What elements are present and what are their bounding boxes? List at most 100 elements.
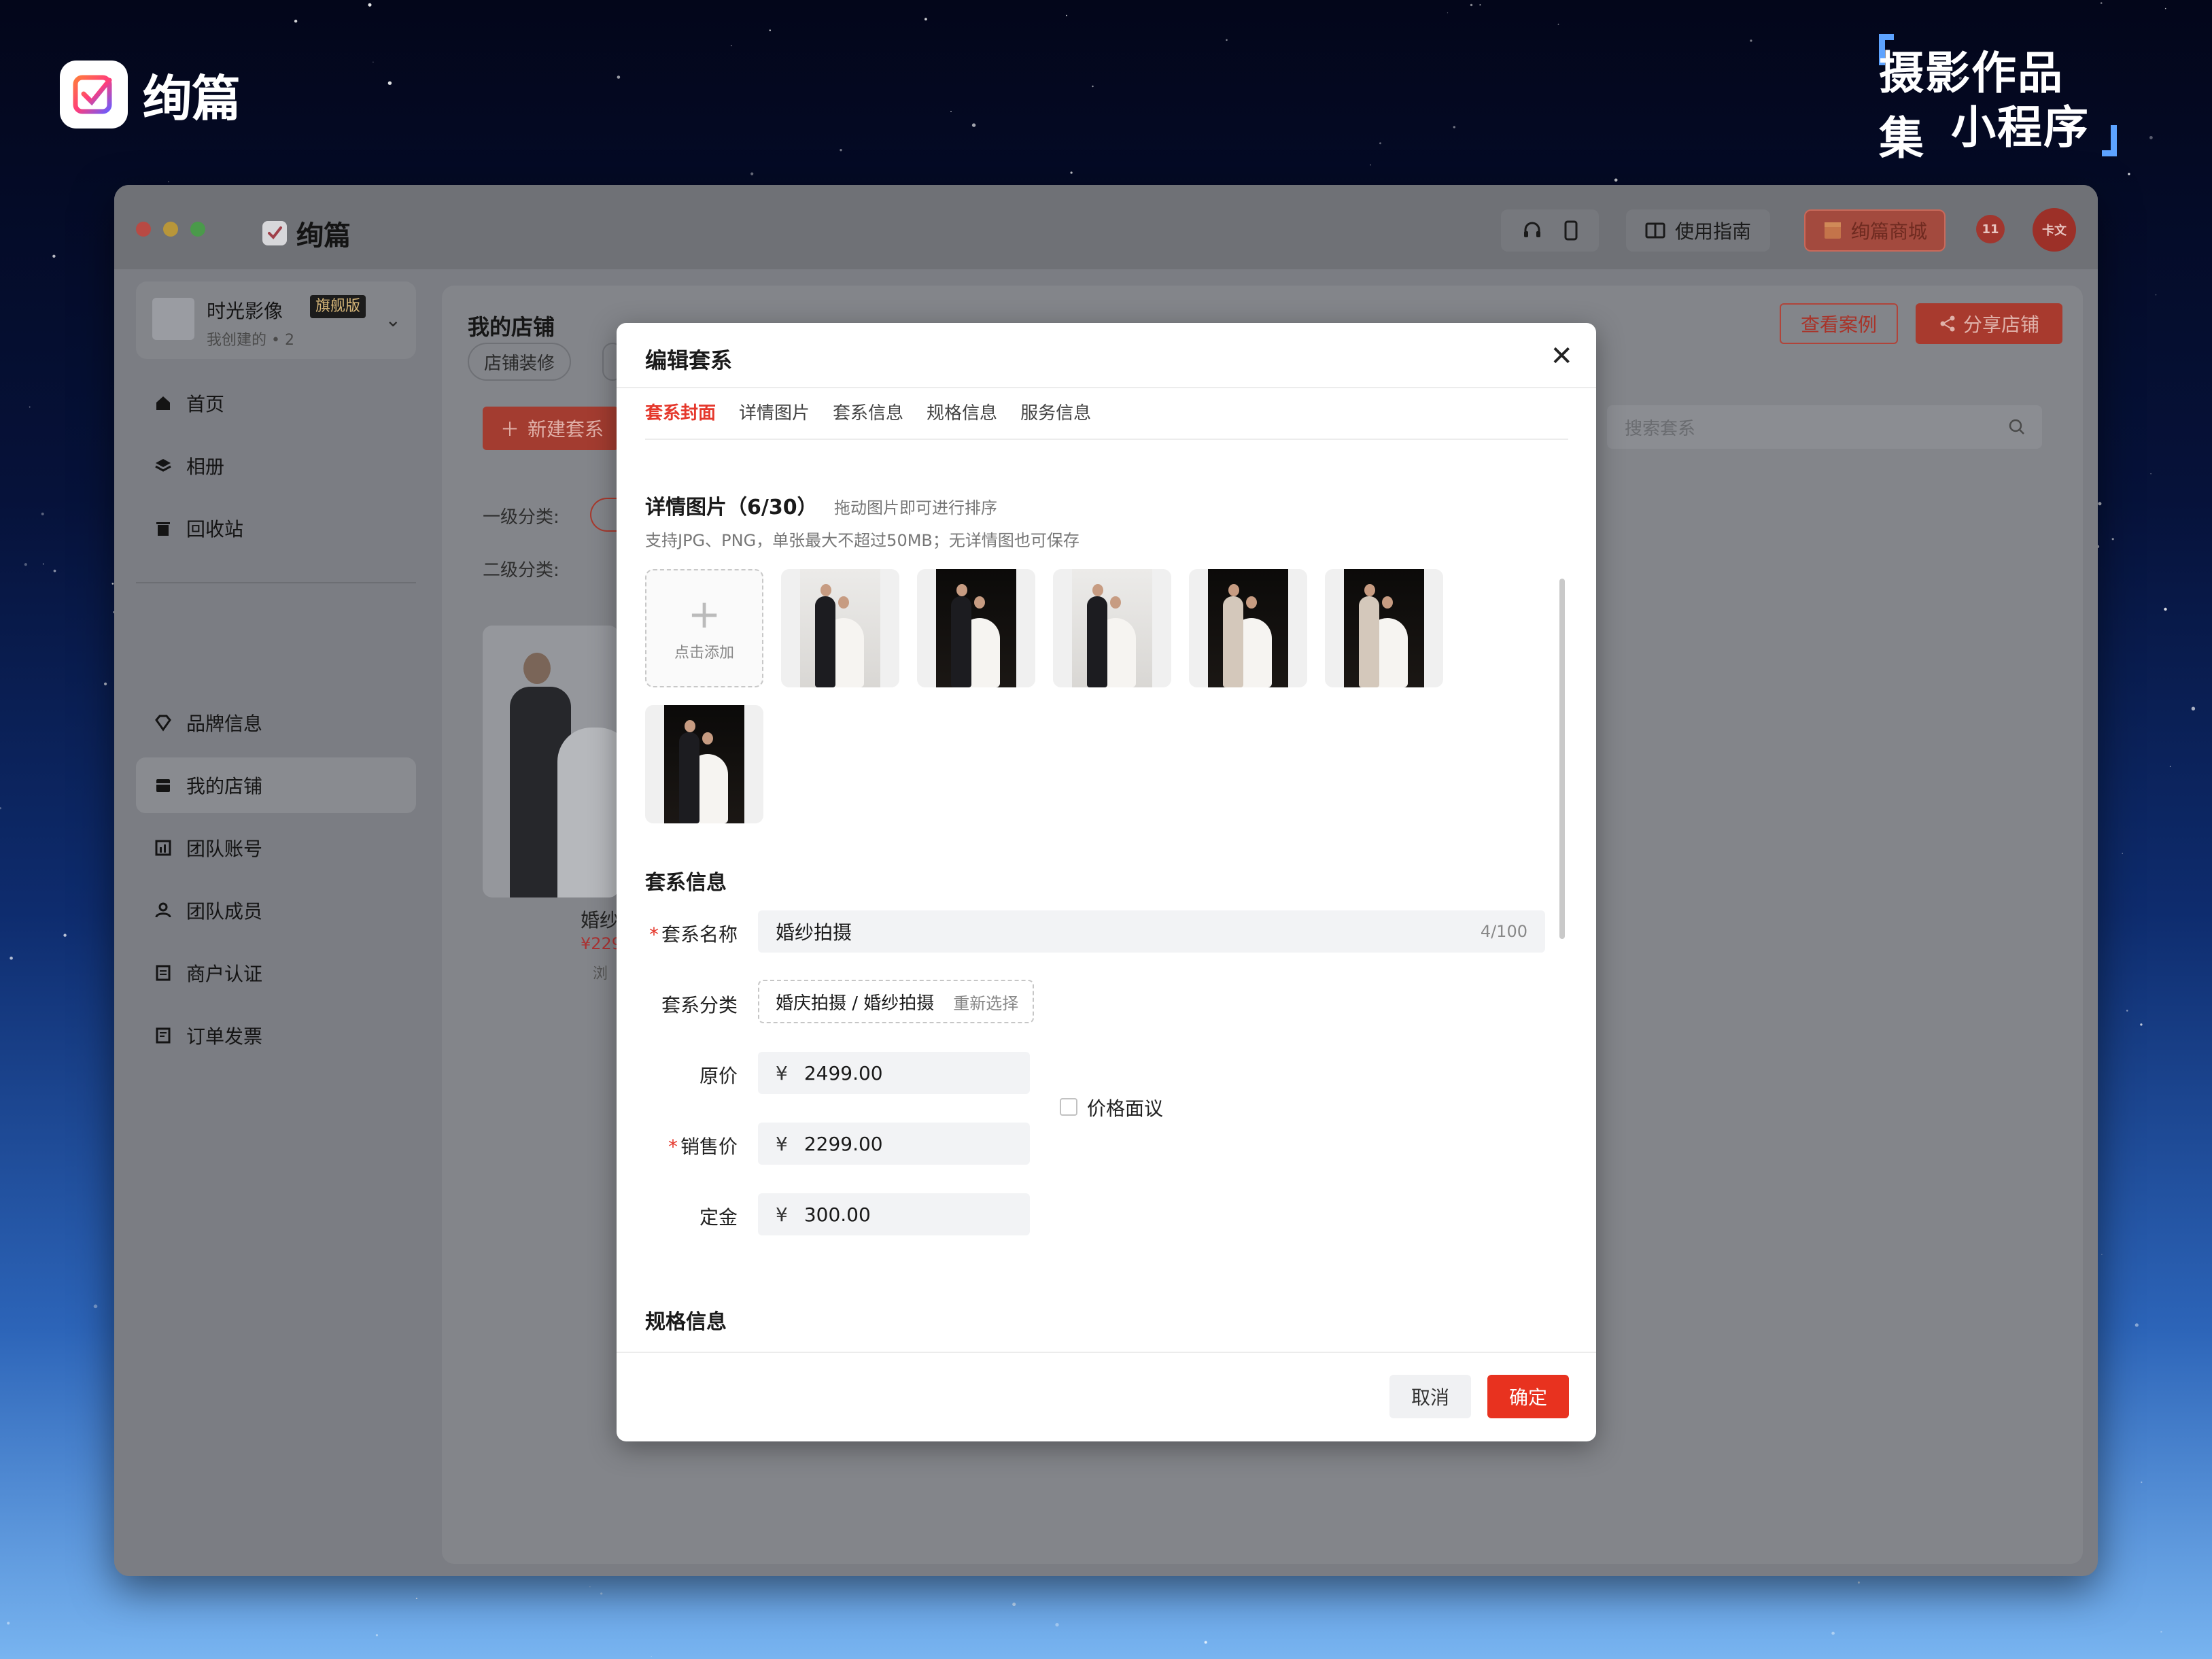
currency-symbol: ¥	[776, 1203, 788, 1226]
sidebar-item-label: 相册	[186, 456, 225, 478]
footer-divider	[617, 1352, 1596, 1353]
wedding-photo	[800, 569, 880, 687]
negotiable-checkbox[interactable]	[1060, 1098, 1077, 1116]
brand-name: 绚篇	[143, 70, 241, 127]
confirm-button[interactable]: 确定	[1487, 1375, 1569, 1418]
mall-button[interactable]: 绚篇商城	[1804, 209, 1946, 252]
share-store-button[interactable]: 分享店铺	[1916, 303, 2062, 344]
detail-image-thumb[interactable]	[1189, 569, 1307, 687]
guide-button[interactable]: 使用指南	[1626, 209, 1770, 252]
edit-package-dialog: 编辑套系 ✕ 套系封面 详情图片 套系信息 规格信息 服务信息 详情图片（6/30） 拖…	[617, 323, 1596, 1441]
account-name: 时光影像	[207, 300, 283, 322]
sidebar-item-label: 团队成员	[186, 900, 263, 923]
guide-label: 使用指南	[1674, 220, 1751, 243]
headset-icon[interactable]	[1521, 219, 1544, 242]
store-icon	[154, 776, 173, 795]
mall-label: 绚篇商城	[1850, 220, 1927, 243]
layers-icon	[154, 456, 173, 475]
sidebar-item-7[interactable]: 商户认证	[136, 945, 416, 1001]
sidebar: 时光影像 旗舰版 我创建的 • 2 ⌄ 首页相册回收站品牌信息我的店铺团队账号团…	[114, 269, 434, 1576]
orig-price-input[interactable]: ¥ 2499.00	[758, 1052, 1030, 1094]
wedding-photo	[664, 705, 744, 823]
notification-badge[interactable]: 11	[1976, 215, 2005, 243]
avatar[interactable]: 卡文	[2033, 208, 2076, 252]
detail-image-thumb[interactable]	[1325, 569, 1443, 687]
mobile-icon[interactable]	[1563, 219, 1579, 242]
dialog-tabs: 套系封面 详情图片 套系信息 规格信息 服务信息	[645, 399, 1114, 429]
sale-price-label: * 销售价	[668, 1135, 738, 1158]
header-divider	[617, 387, 1596, 388]
tab-1[interactable]: 详情图片	[739, 399, 810, 429]
app-logo-icon	[262, 221, 287, 245]
share-store-label: 分享店铺	[1963, 313, 2039, 336]
card-price: ¥229	[581, 934, 623, 953]
sidebar-item-label: 品牌信息	[186, 713, 263, 735]
name-char-count: 4/100	[1480, 922, 1527, 941]
chart-icon	[154, 838, 173, 857]
shop-icon	[1824, 222, 1841, 239]
account-switcher[interactable]: 时光影像 旗舰版 我创建的 • 2 ⌄	[136, 281, 416, 359]
sale-price-value: 2299.00	[803, 1132, 883, 1155]
tab-store-decoration[interactable]: 店铺装修	[468, 343, 572, 381]
sidebar-item-3[interactable]: 品牌信息	[136, 695, 416, 751]
level1-chip[interactable]	[590, 498, 617, 532]
search-input[interactable]: 搜索套系	[1607, 405, 2042, 449]
currency-symbol: ¥	[776, 1061, 788, 1084]
bracket-close-icon	[2102, 125, 2117, 156]
app-logo: 绚篇	[262, 213, 351, 253]
search-placeholder: 搜索套系	[1625, 418, 1696, 439]
sidebar-item-4[interactable]: 我的店铺	[136, 757, 416, 813]
page-title: 我的店铺	[468, 314, 555, 340]
package-name-input[interactable]: 婚纱拍摄 4/100	[758, 910, 1545, 953]
tab-4[interactable]: 服务信息	[1020, 399, 1091, 429]
new-package-button[interactable]: ＋ 新建套系	[483, 407, 619, 450]
name-label: * 套系名称	[649, 923, 738, 946]
support-device-group	[1501, 209, 1599, 252]
sidebar-item-5[interactable]: 团队账号	[136, 820, 416, 876]
share-icon	[1940, 315, 1955, 332]
sidebar-item-label: 回收站	[186, 518, 244, 541]
close-window-icon[interactable]	[136, 222, 151, 237]
sidebar-item-label: 团队账号	[186, 838, 263, 860]
sale-price-input[interactable]: ¥ 2299.00	[758, 1123, 1030, 1165]
deposit-input[interactable]: ¥ 300.00	[758, 1193, 1030, 1235]
doc-icon	[154, 963, 173, 982]
category-label: 套系分类	[661, 994, 738, 1016]
tagline: 摄影作品集 小程序	[1879, 34, 2164, 165]
sidebar-item-1[interactable]: 相册	[136, 438, 416, 494]
wedding-photo	[936, 569, 1016, 687]
detail-image-thumb[interactable]	[645, 705, 763, 823]
tab-0[interactable]: 套系封面	[645, 399, 716, 429]
brand-logo-icon	[60, 60, 128, 129]
team-icon	[154, 901, 173, 920]
card-meta: 浏	[593, 965, 608, 982]
sidebar-item-label: 我的店铺	[186, 775, 263, 798]
sidebar-item-0[interactable]: 首页	[136, 375, 416, 431]
orig-price-label: 原价	[699, 1065, 738, 1087]
maximize-window-icon[interactable]	[190, 222, 205, 237]
sidebar-item-2[interactable]: 回收站	[136, 500, 416, 556]
tab-2[interactable]: 套系信息	[833, 399, 903, 429]
minimize-window-icon[interactable]	[163, 222, 178, 237]
package-card[interactable]	[483, 626, 619, 897]
reselect-link[interactable]: 重新选择	[953, 990, 1018, 1014]
app-logo-text: 绚篇	[296, 220, 351, 252]
close-icon[interactable]: ✕	[1550, 341, 1573, 372]
sidebar-item-8[interactable]: 订单发票	[136, 1008, 416, 1063]
cancel-button[interactable]: 取消	[1389, 1375, 1471, 1418]
wedding-photo	[1072, 569, 1152, 687]
category-selector[interactable]: 婚庆拍摄 / 婚纱拍摄 重新选择	[758, 980, 1034, 1023]
sidebar-item-6[interactable]: 团队成员	[136, 883, 416, 938]
dialog-scrollbar[interactable]	[1559, 579, 1565, 939]
deposit-label: 定金	[699, 1206, 738, 1229]
view-cases-button[interactable]: 查看案例	[1780, 303, 1898, 344]
store-avatar	[152, 298, 194, 340]
detail-image-thumb[interactable]	[917, 569, 1035, 687]
detail-image-thumb[interactable]	[1053, 569, 1171, 687]
orig-price-value: 2499.00	[803, 1061, 883, 1084]
detail-image-thumb[interactable]	[781, 569, 899, 687]
add-image-button[interactable]: + 点击添加	[645, 569, 763, 687]
chevron-down-icon: ⌄	[385, 309, 401, 331]
add-image-label: 点击添加	[674, 645, 734, 662]
tab-3[interactable]: 规格信息	[927, 399, 997, 429]
